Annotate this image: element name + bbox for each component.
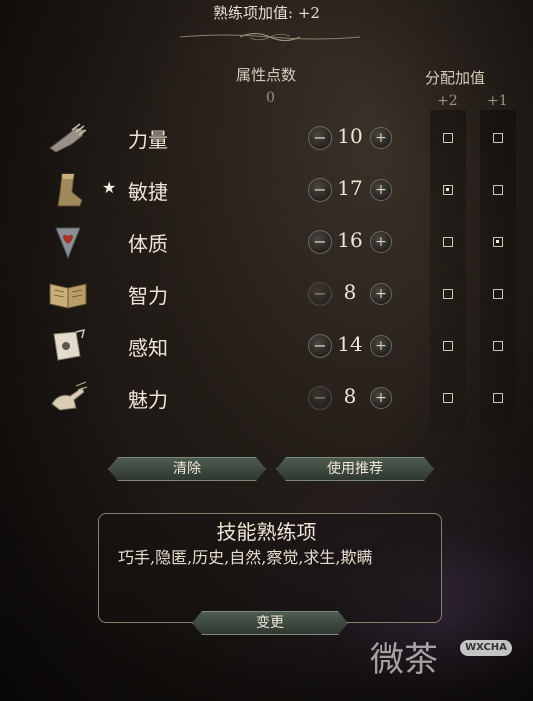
bonus-allocation-header: 分配加值 (425, 69, 486, 87)
watermark-text: 微茶 (370, 640, 438, 680)
ability-row-intelligence: 智力 − 8 + (40, 272, 520, 316)
ability-label: 体质 (128, 232, 168, 256)
plus2-checkbox-charisma[interactable] (443, 393, 453, 403)
ability-label: 敏捷 (128, 180, 168, 204)
skill-proficiency-list: 巧手,隐匿,历史,自然,察觉,求生,欺瞒 (118, 548, 373, 567)
proficiency-bonus-title: 熟练项加值: +2 (213, 4, 320, 22)
plus1-checkbox-charisma[interactable] (493, 393, 503, 403)
primary-ability-star-icon: ★ (102, 178, 117, 197)
plus1-checkbox-strength[interactable] (493, 133, 503, 143)
boot-icon (57, 173, 83, 207)
ability-points-header: 属性点数 (236, 66, 297, 84)
increase-wisdom-button[interactable]: + (370, 335, 392, 357)
plus2-checkbox-dexterity[interactable] (443, 185, 453, 195)
plus2-checkbox-constitution[interactable] (443, 237, 453, 247)
ability-label: 感知 (128, 336, 168, 360)
plus2-column-header: +2 (437, 93, 458, 109)
decrease-constitution-button[interactable]: − (308, 230, 332, 254)
ornament-divider (180, 33, 360, 41)
gauntlet-icon (49, 123, 87, 153)
plus1-column-header: +1 (487, 93, 508, 109)
increase-dexterity-button[interactable]: + (370, 179, 392, 201)
decrease-dexterity-button[interactable]: − (308, 178, 332, 202)
ability-label: 魅力 (128, 388, 168, 412)
ability-value: 14 (337, 332, 363, 356)
ability-row-dexterity: ★ 敏捷 − 17 + (40, 168, 520, 212)
increase-constitution-button[interactable]: + (370, 231, 392, 253)
ability-value: 16 (337, 228, 363, 252)
ability-value: 8 (343, 384, 357, 408)
ability-value: 10 (337, 124, 363, 148)
ability-label: 智力 (128, 284, 168, 308)
ability-label: 力量 (128, 128, 168, 152)
decrease-wisdom-button[interactable]: − (308, 334, 332, 358)
ability-row-constitution: 体质 − 16 + (40, 220, 520, 264)
use-recommended-button[interactable]: 使用推荐 (276, 457, 434, 481)
scroll-icon (53, 328, 86, 361)
hand-icon (51, 381, 88, 411)
ability-points-remaining: 0 (266, 90, 275, 106)
plus1-checkbox-intelligence[interactable] (493, 289, 503, 299)
open-book-icon (49, 283, 87, 309)
plus2-checkbox-strength[interactable] (443, 133, 453, 143)
plus2-checkbox-wisdom[interactable] (443, 341, 453, 351)
decrease-strength-button[interactable]: − (308, 126, 332, 150)
ability-value: 17 (337, 176, 363, 200)
plus1-checkbox-constitution[interactable] (493, 237, 503, 247)
plus2-checkbox-intelligence[interactable] (443, 289, 453, 299)
reset-button[interactable]: 清除 (108, 457, 266, 481)
watermark-badge: WXCHA (460, 640, 512, 656)
ability-row-wisdom: 感知 − 14 + (40, 324, 520, 368)
ability-value: 8 (343, 280, 357, 304)
change-skills-button[interactable]: 变更 (192, 611, 348, 635)
ability-row-strength: 力量 − 10 + (40, 116, 520, 160)
heart-shield-icon (55, 227, 81, 260)
decrease-charisma-button[interactable]: − (308, 386, 332, 410)
increase-charisma-button[interactable]: + (370, 387, 392, 409)
decrease-intelligence-button[interactable]: − (308, 282, 332, 306)
ability-row-charisma: 魅力 − 8 + (40, 376, 520, 420)
increase-intelligence-button[interactable]: + (370, 283, 392, 305)
increase-strength-button[interactable]: + (370, 127, 392, 149)
plus1-checkbox-wisdom[interactable] (493, 341, 503, 351)
plus1-checkbox-dexterity[interactable] (493, 185, 503, 195)
skill-proficiency-title: 技能熟练项 (216, 520, 317, 544)
